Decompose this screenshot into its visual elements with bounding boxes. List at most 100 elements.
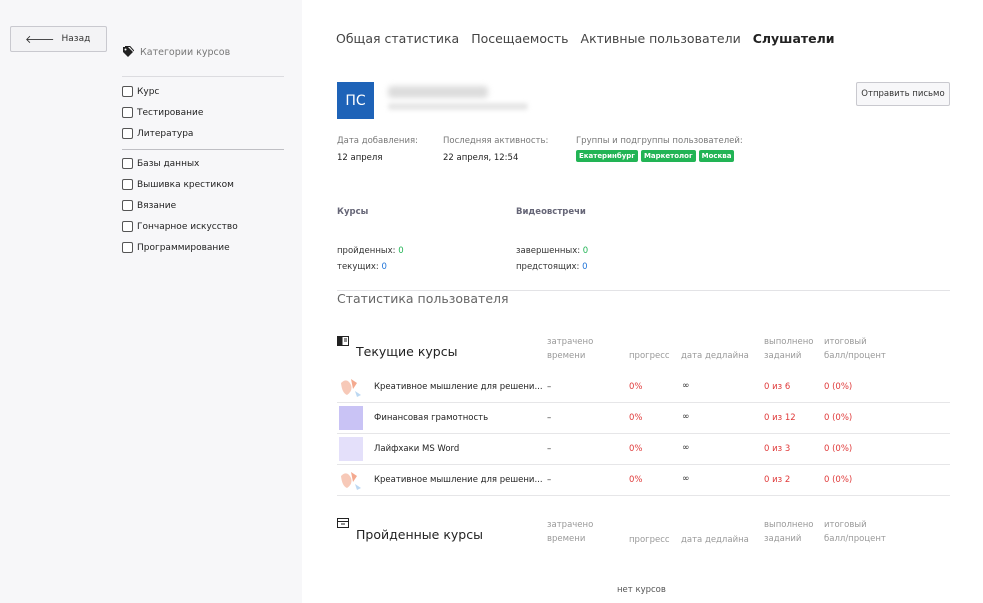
tab-attendance[interactable]: Посещаемость <box>471 31 568 46</box>
table-row[interactable]: Креативное мышление для решени... – 0% ∞ 0 и… <box>337 465 950 496</box>
col-time-line1: затрачено <box>547 337 594 347</box>
col-time-line1: затрачено <box>547 520 594 530</box>
col-deadline-header: дата дедлайна <box>681 535 749 545</box>
table-row[interactable]: Финансовая грамотность – 0% ∞ 0 из 12 0 (0%) <box>337 403 950 434</box>
course-name[interactable]: Финансовая грамотность <box>374 413 546 423</box>
course-name[interactable]: Креативное мышление для решени... <box>374 382 546 392</box>
category-item[interactable]: Базы данных <box>122 158 199 169</box>
divider <box>122 149 284 150</box>
col-score-header: итоговый балл/процент <box>824 518 886 546</box>
courses-current-label: текущих: <box>337 262 379 272</box>
send-email-button[interactable]: Отправить письмо <box>856 82 950 106</box>
tab-listeners[interactable]: Слушатели <box>753 31 835 46</box>
meetings-upcoming-value: 0 <box>582 262 588 272</box>
user-email-blurred <box>388 103 528 110</box>
meetings-completed-value: 0 <box>582 246 589 256</box>
col-time-header: затрачено времени <box>547 335 593 363</box>
group-badge: Москва <box>698 150 735 162</box>
score-value: 0 (0%) <box>824 444 853 454</box>
meetings-completed: завершенных: 0 <box>516 246 588 256</box>
category-label: Базы данных <box>137 158 200 169</box>
divider <box>122 76 284 77</box>
category-checkbox[interactable] <box>122 200 133 211</box>
progress-value: 0% <box>629 475 643 485</box>
col-score-line2: балл/процент <box>824 534 886 544</box>
tasks-done: 0 из 3 <box>764 444 791 454</box>
activity-value: 22 апреля, 12:54 <box>443 153 519 163</box>
user-name-blurred <box>388 86 488 98</box>
category-checkbox[interactable] <box>122 179 133 190</box>
meetings-upcoming-label: предстоящих: <box>516 262 580 272</box>
arrow-left-icon: 🡐 <box>25 33 55 46</box>
deadline-value: ∞ <box>682 474 690 484</box>
stats-title: Статистика пользователя <box>337 291 509 306</box>
col-tasks-header: выполнено заданий <box>764 518 813 546</box>
score-value: 0 (0%) <box>824 413 853 423</box>
category-item[interactable]: Программирование <box>122 242 230 253</box>
tab-general-stats[interactable]: Общая статистика <box>336 31 459 46</box>
current-courses-title: Текущие курсы <box>356 344 458 359</box>
col-time-line2: времени <box>547 534 586 544</box>
courses-passed-label: пройденных: <box>337 246 396 256</box>
empty-state: нет курсов <box>617 585 666 595</box>
course-thumbnail <box>339 468 363 492</box>
category-item[interactable]: Литература <box>122 128 193 139</box>
category-item[interactable]: Вязание <box>122 200 176 211</box>
col-tasks-line2: заданий <box>764 534 802 544</box>
category-label: Литература <box>137 128 194 139</box>
group-badge: Маркетолог <box>640 150 696 162</box>
group-badges: Екатеринбург Маркетолог Москва <box>576 150 735 162</box>
tag-icon <box>123 46 134 57</box>
category-checkbox[interactable] <box>122 107 133 118</box>
courses-passed-value: 0 <box>398 246 404 256</box>
deadline-value: ∞ <box>682 443 690 453</box>
category-label: Тестирование <box>137 107 204 118</box>
score-value: 0 (0%) <box>824 382 853 392</box>
course-thumbnail <box>339 406 363 430</box>
category-checkbox[interactable] <box>122 158 133 169</box>
tasks-done: 0 из 12 <box>764 413 796 423</box>
progress-value: 0% <box>629 444 643 454</box>
meetings-completed-label: завершенных: <box>516 246 581 256</box>
courses-current: текущих: 0 <box>337 262 387 272</box>
col-score-line1: итоговый <box>824 520 867 530</box>
course-thumbnail <box>339 375 363 399</box>
category-checkbox[interactable] <box>122 242 133 253</box>
tab-active-users[interactable]: Активные пользователи <box>581 31 741 46</box>
category-item[interactable]: Гончарное искусство <box>122 221 238 232</box>
col-deadline-header: дата дедлайна <box>681 351 749 361</box>
table-row[interactable]: Лайфхаки MS Word – 0% ∞ 0 из 3 0 (0%) <box>337 434 950 465</box>
tab-bar: Общая статистика Посещаемость Активные п… <box>336 31 835 46</box>
avatar: ПС <box>337 82 374 119</box>
category-label: Вышивка крестиком <box>137 179 234 190</box>
category-item[interactable]: Курс <box>122 86 159 97</box>
progress-value: 0% <box>629 413 643 423</box>
courses-title: Курсы <box>337 207 369 217</box>
col-tasks-line1: выполнено <box>764 520 814 530</box>
col-tasks-line2: заданий <box>764 351 802 361</box>
category-item[interactable]: Вышивка крестиком <box>122 179 234 190</box>
category-label: Вязание <box>137 200 177 211</box>
col-score-header: итоговый балл/процент <box>824 335 886 363</box>
col-time-line2: времени <box>547 351 586 361</box>
col-time-header: затрачено времени <box>547 518 593 546</box>
category-checkbox[interactable] <box>122 221 133 232</box>
progress-value: 0% <box>629 382 643 392</box>
category-checkbox[interactable] <box>122 86 133 97</box>
group-badge: Екатеринбург <box>576 150 638 162</box>
course-thumbnail <box>339 437 363 461</box>
time-spent: – <box>547 444 552 454</box>
score-value: 0 (0%) <box>824 475 853 485</box>
course-name[interactable]: Креативное мышление для решени... <box>374 475 546 485</box>
table-row[interactable]: Креативное мышление для решени... – 0% ∞ 0 и… <box>337 372 950 403</box>
course-name[interactable]: Лайфхаки MS Word <box>374 444 546 454</box>
category-label: Программирование <box>137 242 230 253</box>
category-checkbox[interactable] <box>122 128 133 139</box>
back-button[interactable]: 🡐 Назад <box>10 26 107 52</box>
category-item[interactable]: Тестирование <box>122 107 203 118</box>
tasks-done: 0 из 2 <box>764 475 791 485</box>
deadline-value: ∞ <box>682 381 690 391</box>
sidebar: 🡐 Назад Категории курсов Курс Тестировани… <box>0 0 302 603</box>
time-spent: – <box>547 413 552 423</box>
categories-title: Категории курсов <box>140 46 231 58</box>
